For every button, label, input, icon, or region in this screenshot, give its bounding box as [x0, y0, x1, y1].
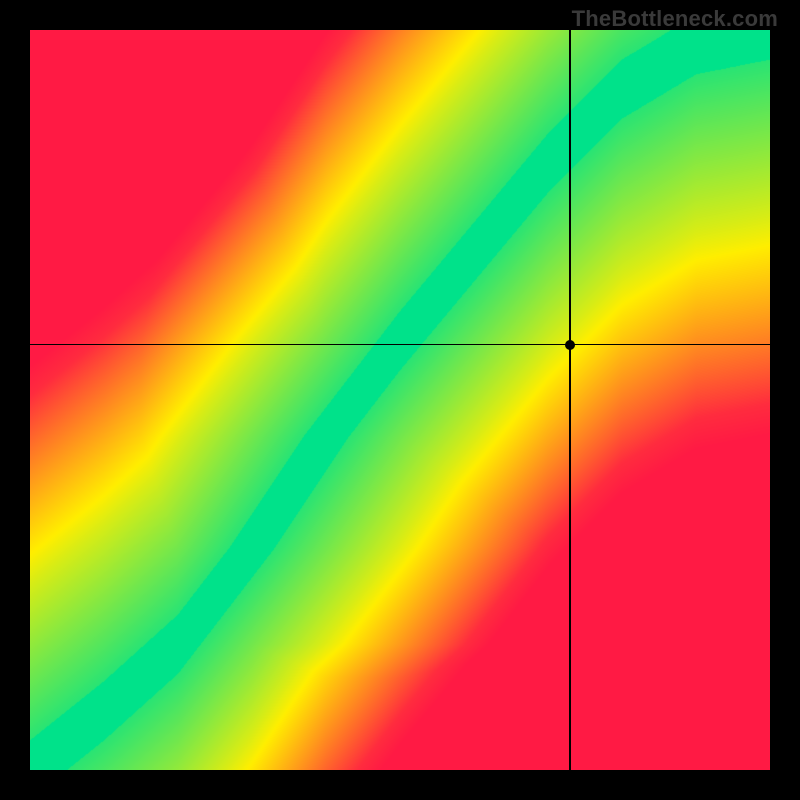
- watermark-label: TheBottleneck.com: [572, 6, 778, 32]
- chart-frame: TheBottleneck.com: [0, 0, 800, 800]
- plot-area: [30, 30, 770, 770]
- crosshair-horizontal: [30, 344, 770, 346]
- crosshair-vertical: [569, 30, 571, 770]
- marker-point: [565, 340, 575, 350]
- heatmap-canvas: [30, 30, 770, 770]
